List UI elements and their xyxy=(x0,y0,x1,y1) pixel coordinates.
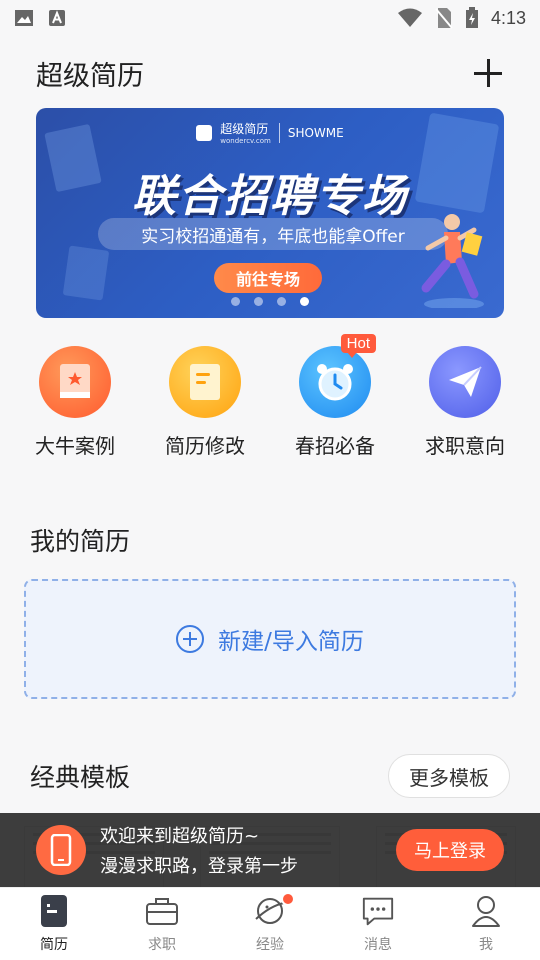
carousel-dot[interactable] xyxy=(254,297,263,306)
shortcut-label: 春招必备 xyxy=(295,434,375,458)
tab-label: 消息 xyxy=(364,937,392,953)
tab-label: 简历 xyxy=(40,937,68,953)
resume-icon xyxy=(37,894,71,928)
wondercv-logo-icon xyxy=(196,124,213,141)
tab-messages[interactable]: 消息 xyxy=(324,888,432,960)
carousel-dot-active[interactable] xyxy=(300,297,309,306)
tab-jobs[interactable]: 求职 xyxy=(108,888,216,960)
tab-resume[interactable]: 简历 xyxy=(0,888,108,960)
runner-illustration-icon xyxy=(421,214,484,308)
tab-label: 我 xyxy=(479,937,493,953)
carousel-indicator xyxy=(36,297,504,306)
hot-badge: Hot xyxy=(340,334,376,358)
login-prompt-line2: 漫漫求职路，登录第一步 xyxy=(100,856,298,877)
chat-icon xyxy=(361,894,395,928)
new-resume-button[interactable]: 新建/导入简历 xyxy=(24,579,516,699)
shortcut-job-intention[interactable]: 求职意向 xyxy=(410,346,520,459)
shortcut-label: 简历修改 xyxy=(165,434,245,458)
brand-divider xyxy=(278,122,280,143)
shortcut-label: 求职意向 xyxy=(425,434,505,458)
my-resume-title: 我的简历 xyxy=(30,527,131,556)
login-prompt-line1: 欢迎来到超级简历~ xyxy=(100,826,260,847)
shortcut-case-studies[interactable]: 大牛案例 xyxy=(20,346,130,459)
wifi-icon xyxy=(397,8,422,27)
banner-subtitle: 实习校招通通有，年底也能拿Offer xyxy=(98,218,448,250)
login-prompt-bar: 欢迎来到超级简历~ 漫漫求职路，登录第一步 马上登录 xyxy=(0,813,540,887)
shortcut-spring-recruit[interactable]: Hot 春招必备 xyxy=(280,334,390,459)
banner-brand-domain: wondercv.com xyxy=(220,137,271,145)
paper-decoration xyxy=(62,245,110,301)
shortcut-resume-edit[interactable]: 简历修改 xyxy=(150,346,260,459)
status-bar: 4:13 xyxy=(0,0,540,36)
book-star-icon xyxy=(39,346,111,418)
battery-charging-icon xyxy=(465,7,478,28)
shortcut-grid: 大牛案例 简历修改 Hot 春招必备 求职意向 xyxy=(0,334,540,459)
gallery-notification-icon xyxy=(15,10,33,26)
new-resume-label: 新建/导入简历 xyxy=(218,629,364,655)
tab-me[interactable]: 我 xyxy=(432,888,540,960)
briefcase-icon xyxy=(145,894,179,928)
paper-plane-icon xyxy=(429,346,501,418)
page-title: 超级简历 xyxy=(36,60,144,92)
phone-icon xyxy=(36,825,86,875)
person-icon xyxy=(469,894,503,928)
text-notification-icon xyxy=(49,10,65,26)
bottom-tab-bar: 简历 求职 经验 消息 我 xyxy=(0,887,540,960)
add-circle-icon xyxy=(176,625,205,653)
banner-partner: SHOWME xyxy=(287,125,344,140)
tab-label: 求职 xyxy=(148,937,176,953)
tab-experience[interactable]: 经验 xyxy=(216,888,324,960)
app-header: 超级简历 xyxy=(36,50,504,96)
tab-label: 经验 xyxy=(256,937,284,953)
carousel-dot[interactable] xyxy=(277,297,286,306)
banner-brand-row: 超级简历 wondercv.com SHOWME xyxy=(36,120,504,145)
carousel-dot[interactable] xyxy=(231,297,240,306)
promo-banner[interactable]: 超级简历 wondercv.com SHOWME 联合招聘专场 实习校招通通有，… xyxy=(36,108,504,318)
document-icon xyxy=(169,346,241,418)
banner-brand: 超级简历 xyxy=(220,122,269,136)
notification-dot xyxy=(280,892,295,906)
templates-title: 经典模板 xyxy=(30,763,131,792)
add-icon[interactable] xyxy=(472,57,504,89)
no-sim-icon xyxy=(435,8,453,29)
more-templates-button[interactable]: 更多模板 xyxy=(388,754,510,798)
alarm-clock-icon xyxy=(299,346,371,418)
clock: 4:13 xyxy=(490,7,526,28)
login-button[interactable]: 马上登录 xyxy=(396,829,504,871)
banner-cta-button[interactable]: 前往专场 xyxy=(214,263,322,293)
shortcut-label: 大牛案例 xyxy=(35,434,115,458)
